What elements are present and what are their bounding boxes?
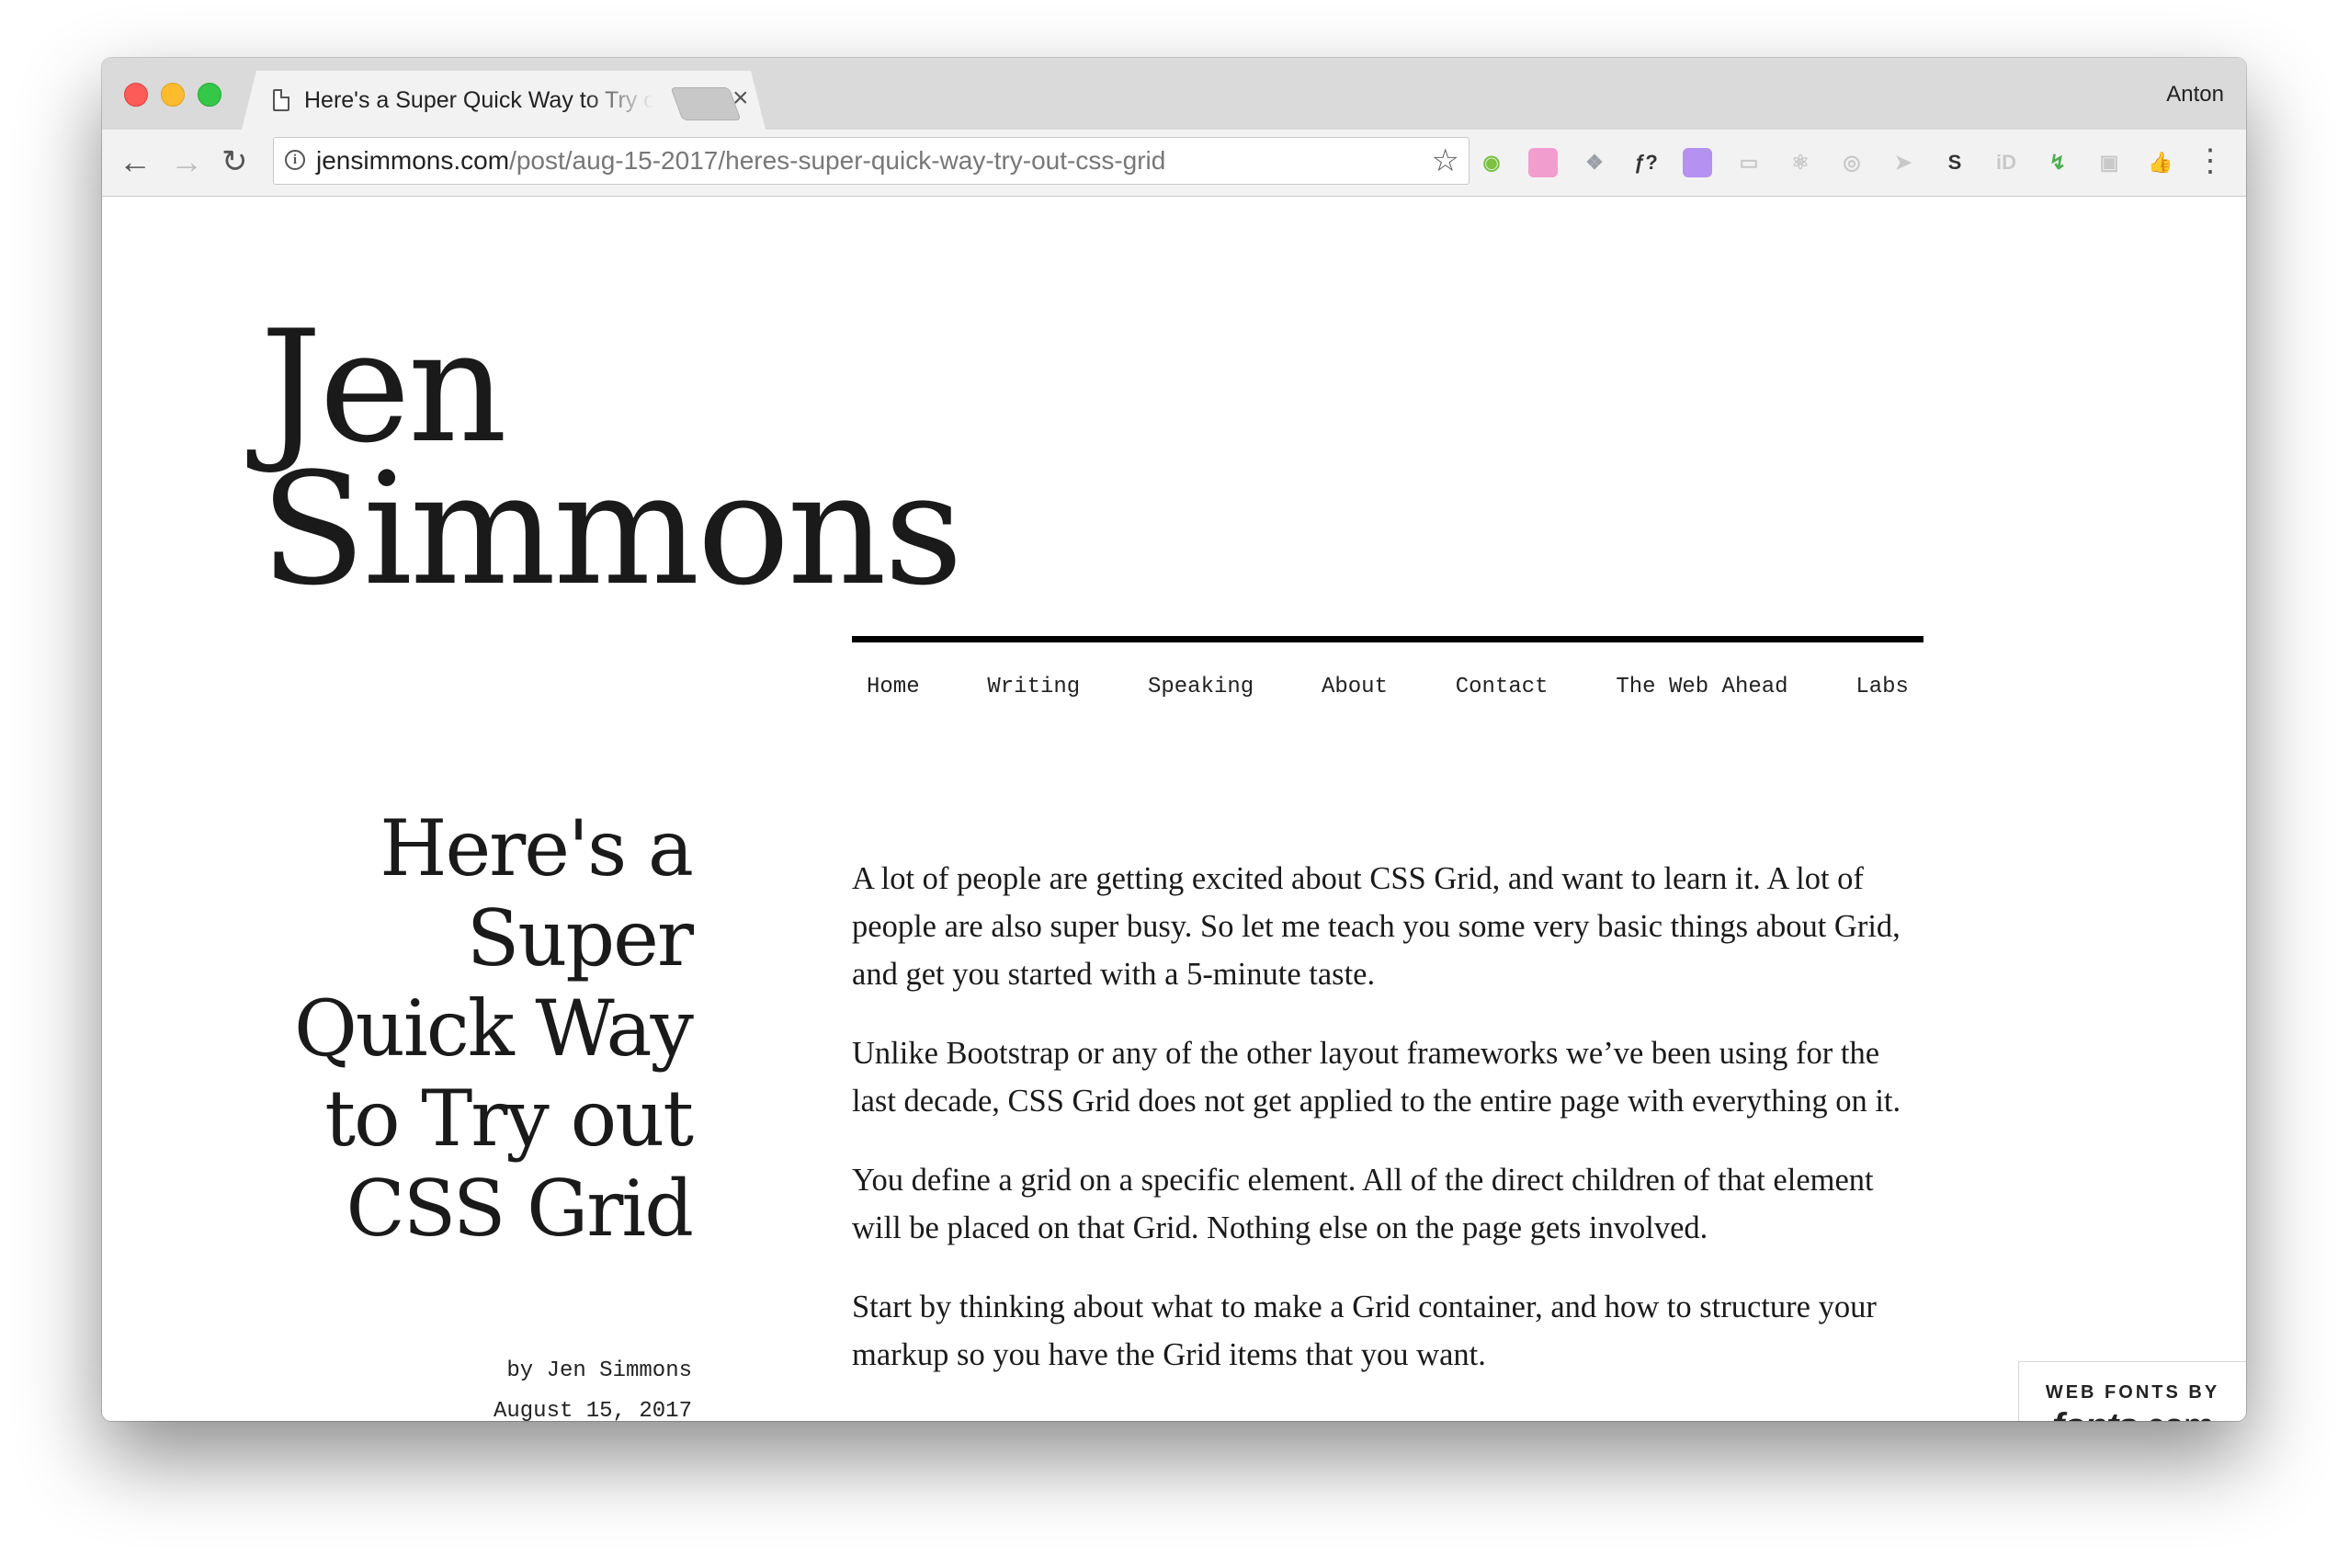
post-title-line: CSS Grid bbox=[346, 1164, 694, 1254]
back-icon[interactable]: ← bbox=[119, 139, 152, 185]
image-icon[interactable]: ▣ bbox=[2094, 148, 2124, 177]
paragraph: Unlike Bootstrap or any of the other lay… bbox=[852, 1036, 1901, 1119]
post-body: A lot of people are getting excited abou… bbox=[852, 855, 1927, 1421]
s-logo-icon[interactable]: S bbox=[1940, 148, 1969, 177]
new-tab-button[interactable] bbox=[670, 87, 742, 120]
url-text[interactable]: jensimmons.com/post/aug-15-2017/heres-su… bbox=[316, 146, 1165, 176]
url-path: /post/aug-15-2017/heres-super-quick-way-… bbox=[509, 146, 1166, 175]
web-page: Jen Simmons Home Writing Speaking About … bbox=[102, 197, 2246, 1421]
post-date: August 15, 2017 bbox=[493, 1399, 692, 1421]
paragraph: One example: bbox=[852, 1410, 1927, 1421]
dropbox-icon[interactable]: ❖ bbox=[1580, 148, 1609, 177]
browser-toolbar: ← → ↻ i jensimmons.com/post/aug-15-2017/… bbox=[102, 130, 2246, 197]
profile-button[interactable]: Anton bbox=[2166, 82, 2224, 108]
post-title-line: to Try out bbox=[324, 1074, 694, 1164]
logo-word: fonts bbox=[2052, 1406, 2139, 1421]
color-picker-icon[interactable] bbox=[1528, 148, 1558, 177]
screen-icon[interactable]: ▭ bbox=[1734, 148, 1764, 177]
thumbs-up-icon[interactable]: 👍 bbox=[2146, 148, 2175, 177]
site-title[interactable]: Jen Simmons bbox=[260, 297, 963, 619]
bookmark-star-icon[interactable]: ☆ bbox=[1432, 142, 1459, 179]
react-icon[interactable]: ⚛ bbox=[1786, 148, 1815, 177]
post-title-line: Here's a bbox=[380, 803, 694, 893]
site-title-line: Jen bbox=[260, 297, 507, 477]
badge-caption: WEB FONTS BY bbox=[2045, 1382, 2220, 1403]
zoom-window-button[interactable] bbox=[198, 83, 221, 107]
target-icon[interactable]: ◎ bbox=[1837, 148, 1867, 177]
font-finder-icon[interactable]: ƒ? bbox=[1631, 148, 1661, 177]
address-bar[interactable]: i jensimmons.com/post/aug-15-2017/heres-… bbox=[273, 137, 1470, 185]
evernote-icon[interactable]: ◉ bbox=[1477, 148, 1506, 177]
nav-link-speaking[interactable]: Speaking bbox=[1148, 675, 1254, 699]
nav-divider bbox=[852, 636, 1923, 642]
page-icon bbox=[273, 89, 289, 111]
fonts-com-badge[interactable]: WEB FONTS BY fonts.com bbox=[2018, 1361, 2246, 1421]
close-window-button[interactable] bbox=[124, 83, 148, 107]
browser-window: Here's a Super Quick Way to Try out CSS … bbox=[102, 58, 2246, 1421]
post-title-line: Super bbox=[466, 893, 694, 983]
nav-link-about[interactable]: About bbox=[1322, 675, 1388, 699]
site-title-line: Simmons bbox=[260, 439, 963, 619]
tab-strip: Here's a Super Quick Way to Try out CSS … bbox=[102, 58, 2246, 130]
id-icon[interactable]: iD bbox=[1992, 148, 2021, 177]
nav-link-writing[interactable]: Writing bbox=[987, 675, 1080, 699]
paragraph: Start by thinking about what to make a G… bbox=[852, 1290, 1877, 1372]
nav-link-labs[interactable]: Labs bbox=[1855, 675, 1909, 699]
sheets-icon[interactable]: ↯ bbox=[2043, 148, 2072, 177]
url-domain: jensimmons.com bbox=[316, 146, 510, 175]
paint-icon[interactable] bbox=[1683, 148, 1712, 177]
browser-menu-icon[interactable]: ⋮ bbox=[2195, 144, 2226, 177]
paragraph: You define a grid on a specific element.… bbox=[852, 1163, 1874, 1245]
site-nav: Home Writing Speaking About Contact The … bbox=[852, 675, 1923, 699]
post-title-line: Quick Way bbox=[293, 983, 694, 1074]
post-meta: by Jen Simmons August 15, 2017 bbox=[240, 1351, 692, 1421]
nav-link-contact[interactable]: Contact bbox=[1456, 675, 1549, 699]
fonts-com-logo: fonts.com bbox=[2019, 1406, 2246, 1421]
logo-dot: . bbox=[2138, 1406, 2148, 1421]
pin-icon[interactable]: ➤ bbox=[1889, 148, 1918, 177]
post-title: Here's a Super Quick Way to Try out CSS … bbox=[240, 803, 694, 1254]
site-info-icon[interactable]: i bbox=[285, 150, 305, 170]
reload-icon[interactable]: ↻ bbox=[221, 139, 248, 185]
minimize-window-button[interactable] bbox=[161, 83, 185, 107]
paragraph: A lot of people are getting excited abou… bbox=[852, 861, 1901, 992]
nav-link-the-web-ahead[interactable]: The Web Ahead bbox=[1616, 675, 1787, 699]
tab-title: Here's a Super Quick Way to Try out CSS … bbox=[304, 87, 653, 113]
forward-icon[interactable]: → bbox=[170, 139, 203, 185]
logo-tld: com bbox=[2147, 1406, 2215, 1421]
nav-link-home[interactable]: Home bbox=[867, 675, 920, 699]
post-author: by Jen Simmons bbox=[506, 1358, 692, 1383]
